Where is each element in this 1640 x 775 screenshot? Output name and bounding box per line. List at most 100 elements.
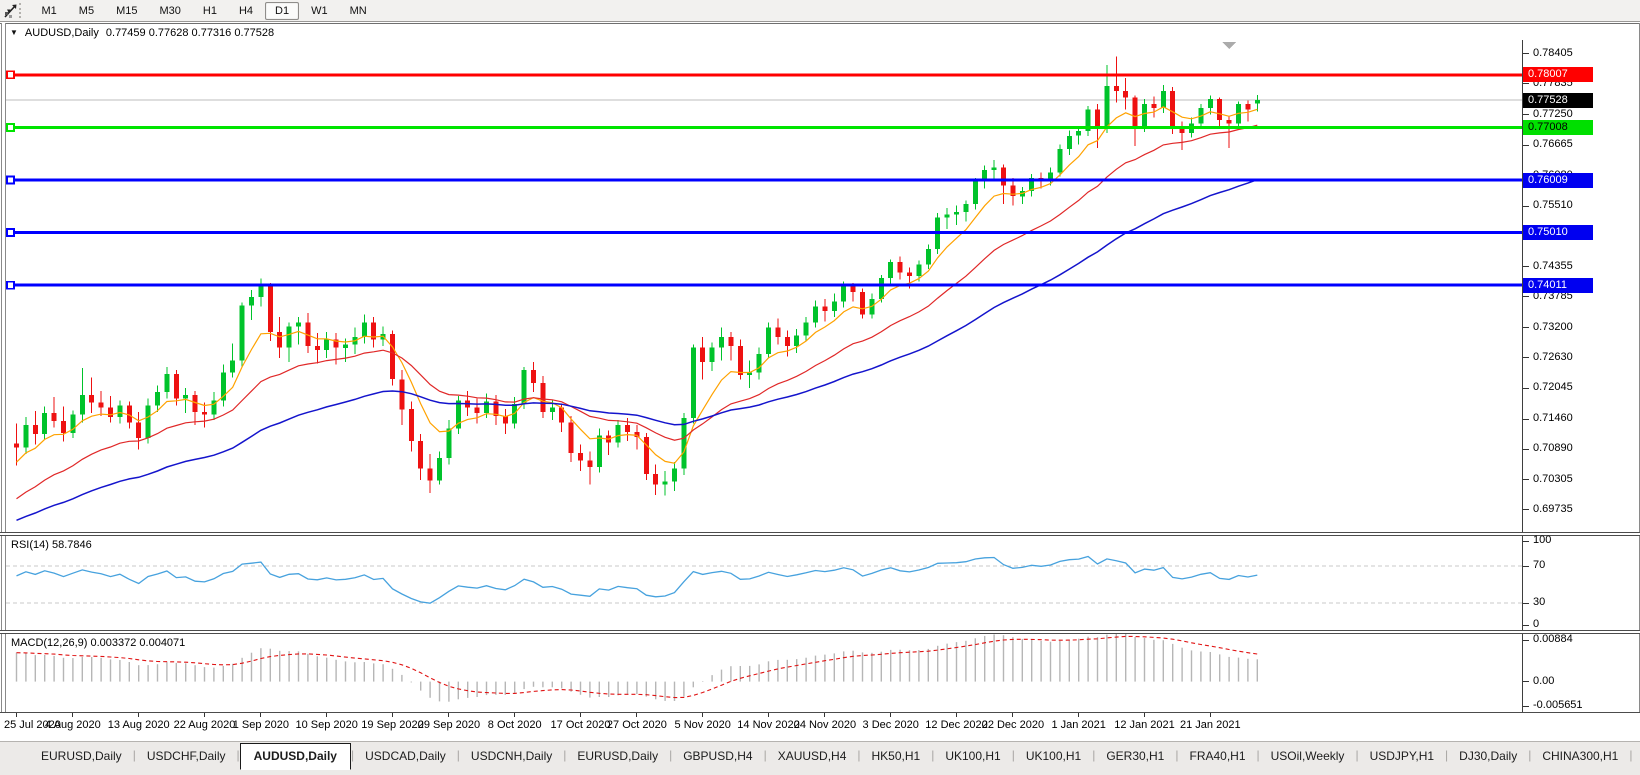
rsi-axis: 100 70 30 0 — [1522, 536, 1640, 630]
price-level-label-0.76009: 0.76009 — [1523, 173, 1593, 188]
macd-indicator-label: MACD(12,26,9) 0.003372 0.004071 — [11, 637, 185, 649]
date-axis: 25 Jul 20204 Aug 202013 Aug 202022 Aug 2… — [0, 713, 1640, 741]
candlesticks — [14, 56, 1260, 495]
timeframe-button-h1[interactable]: H1 — [193, 2, 227, 20]
chart-tool-icon — [3, 3, 19, 19]
tab-fra40-h1[interactable]: FRA40,H1 — [1178, 744, 1256, 767]
horizontal-line-anchor[interactable] — [7, 177, 14, 184]
tab-gbpusd-h4[interactable]: GBPUSD,H4 — [672, 744, 763, 767]
tab-usoil[interactable]: USOil, — [1632, 744, 1640, 767]
price-tick-label: 0.78405 — [1533, 47, 1573, 59]
date-label: 21 Jan 2021 — [1180, 719, 1241, 731]
price-tick-label: 0.77250 — [1533, 108, 1573, 120]
tab-hk50-h1[interactable]: HK50,H1 — [861, 744, 932, 767]
price-tick-label: 0.74355 — [1533, 260, 1573, 272]
horizontal-line-anchor[interactable] — [7, 124, 14, 131]
rsi-line — [17, 557, 1258, 604]
chart-tab-bar: EURUSD,Daily|USDCHF,Daily|AUDUSD,Daily|U… — [0, 741, 1640, 775]
date-label: 12 Jan 2021 — [1114, 719, 1175, 731]
price-tick-label: 0.70890 — [1533, 442, 1573, 454]
tab-usdcnh-daily[interactable]: USDCNH,Daily — [460, 744, 563, 767]
date-label: 13 Aug 2020 — [108, 719, 170, 731]
toolbar-grip[interactable] — [19, 3, 25, 18]
date-label: 22 Aug 2020 — [174, 719, 236, 731]
timeframe-button-m1[interactable]: M1 — [32, 2, 67, 20]
price-axis: 0.784050.778350.772500.766650.760800.755… — [1522, 40, 1640, 532]
tab-usdcad-daily[interactable]: USDCAD,Daily — [354, 744, 457, 767]
date-label: 12 Dec 2020 — [925, 719, 987, 731]
price-level-label-0.77008: 0.77008 — [1523, 120, 1593, 135]
chart-title-row: ▼ AUDUSD,Daily 0.77459 0.77628 0.77316 0… — [10, 26, 274, 40]
price-tick-label: 0.72045 — [1533, 381, 1573, 393]
timeframe-toolbar: ▾ M1M5M15M30H1H4D1W1MN — [0, 0, 1640, 22]
price-level-label-0.74011: 0.74011 — [1523, 278, 1593, 293]
tab-china300-h1[interactable]: CHINA300,H1 — [1531, 744, 1629, 767]
rsi-pane[interactable] — [6, 536, 1522, 630]
main-price-chart[interactable] — [6, 40, 1522, 532]
rsi-indicator-label: RSI(14) 58.7846 — [11, 539, 92, 551]
price-tick-label: 0.75510 — [1533, 199, 1573, 211]
chart-tool-button[interactable]: ▾ — [0, 6, 15, 16]
tab-usdjpy-h1[interactable]: USDJPY,H1 — [1359, 744, 1445, 767]
chart-window-top-border — [0, 23, 1640, 24]
tab-eurusd-daily[interactable]: EURUSD,Daily — [566, 744, 669, 767]
rsi-tick-label: 30 — [1533, 596, 1545, 608]
rsi-tick-label: 70 — [1533, 559, 1545, 571]
current-price-label: 0.77528 — [1523, 93, 1593, 108]
horizontal-line-anchor[interactable] — [7, 282, 14, 289]
date-label: 5 Nov 2020 — [675, 719, 731, 731]
price-tick-label: 0.69735 — [1533, 503, 1573, 515]
tab-usdchf-daily[interactable]: USDCHF,Daily — [136, 744, 237, 767]
tab-xauusd-h4[interactable]: XAUUSD,H4 — [767, 744, 858, 767]
moving-average-slow-blue — [17, 180, 1258, 521]
chart-symbol-label: AUDUSD,Daily — [25, 27, 99, 39]
timeframe-button-mn[interactable]: MN — [340, 2, 377, 20]
date-label: 8 Oct 2020 — [488, 719, 542, 731]
date-label: 17 Oct 2020 — [551, 719, 611, 731]
price-tick-label: 0.70305 — [1533, 473, 1573, 485]
date-label: 19 Sep 2020 — [361, 719, 423, 731]
date-label: 24 Nov 2020 — [794, 719, 856, 731]
date-label: 14 Nov 2020 — [737, 719, 799, 731]
date-label: 10 Sep 2020 — [295, 719, 357, 731]
price-tick-label: 0.71460 — [1533, 412, 1573, 424]
macd-tick-label: -0.005651 — [1533, 699, 1583, 711]
collapse-triangle-icon[interactable]: ▼ — [10, 28, 18, 38]
price-level-label-0.78007: 0.78007 — [1523, 67, 1593, 82]
tab-dj30-daily[interactable]: DJ30,Daily — [1448, 744, 1528, 767]
macd-tick-label: 0.00 — [1533, 675, 1554, 687]
timeframe-button-d1[interactable]: D1 — [265, 2, 299, 20]
tab-audusd-daily[interactable]: AUDUSD,Daily — [240, 743, 351, 770]
rsi-tick-label: 100 — [1533, 534, 1551, 546]
timeframe-button-m5[interactable]: M5 — [69, 2, 104, 20]
date-label: 1 Jan 2021 — [1051, 719, 1105, 731]
tab-uk100-h1[interactable]: UK100,H1 — [934, 744, 1011, 767]
timeframe-button-m15[interactable]: M15 — [106, 2, 147, 20]
timeframe-buttons: M1M5M15M30H1H4D1W1MN — [31, 2, 378, 20]
date-label: 1 Sep 2020 — [233, 719, 289, 731]
price-tick-label: 0.72630 — [1533, 351, 1573, 363]
tab-eurusd-daily[interactable]: EURUSD,Daily — [30, 744, 133, 767]
trading-platform-window: ▾ M1M5M15M30H1H4D1W1MN ▼ AUDUSD,Daily 0.… — [0, 0, 1640, 775]
rsi-tick-label: 0 — [1533, 618, 1539, 630]
timeframe-button-h4[interactable]: H4 — [229, 2, 263, 20]
horizontal-line-anchor[interactable] — [7, 229, 14, 236]
macd-pane[interactable] — [6, 634, 1522, 712]
macd-axis: 0.00884 0.00 -0.005651 — [1522, 634, 1640, 712]
tab-uk100-h1[interactable]: UK100,H1 — [1015, 744, 1092, 767]
timeframe-button-m30[interactable]: M30 — [149, 2, 190, 20]
price-tick-label: 0.73200 — [1533, 321, 1573, 333]
date-label: 22 Dec 2020 — [982, 719, 1044, 731]
chart-ohlc-values: 0.77459 0.77628 0.77316 0.77528 — [106, 27, 274, 39]
date-label: 27 Oct 2020 — [607, 719, 667, 731]
tab-usoil-weekly[interactable]: USOil,Weekly — [1260, 744, 1356, 767]
tab-ger30-h1[interactable]: GER30,H1 — [1095, 744, 1175, 767]
macd-tick-label: 0.00884 — [1533, 633, 1573, 645]
chart-shift-marker[interactable] — [1222, 42, 1236, 49]
price-level-label-0.75010: 0.75010 — [1523, 225, 1593, 240]
horizontal-line-anchor[interactable] — [7, 71, 14, 78]
timeframe-button-w1[interactable]: W1 — [301, 2, 338, 20]
price-tick-label: 0.76665 — [1533, 138, 1573, 150]
date-label: 3 Dec 2020 — [863, 719, 919, 731]
date-label: 29 Sep 2020 — [418, 719, 480, 731]
